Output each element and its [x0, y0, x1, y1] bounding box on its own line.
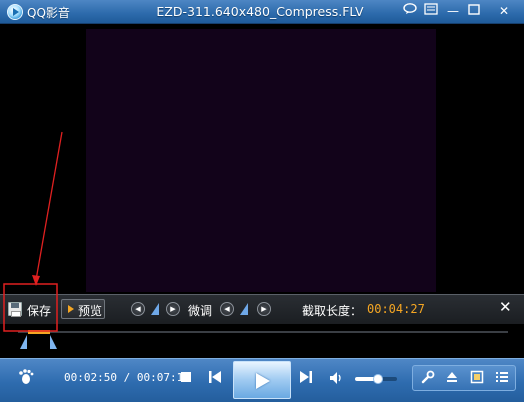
next-button[interactable] — [298, 369, 314, 389]
title-bar: QQ影音 EZD-311.640x480_Compress.FLV — ✕ — [0, 0, 524, 24]
close-capture-button[interactable]: ✕ — [499, 298, 512, 316]
volume-icon[interactable] — [329, 370, 345, 389]
video-frame[interactable] — [86, 29, 436, 292]
fine-tune-label: 微调 — [188, 304, 213, 318]
playback-time: 00:02:50 / 00:07:18 — [64, 371, 190, 384]
stop-button[interactable] — [181, 372, 191, 382]
current-time: 00:02:50 — [64, 371, 117, 384]
playlist-icon[interactable] — [493, 370, 511, 388]
clip-selection-range — [28, 330, 50, 334]
eject-icon[interactable] — [443, 370, 461, 388]
clip-end-handle[interactable] — [50, 335, 57, 349]
play-button[interactable] — [233, 361, 291, 399]
close-button[interactable]: ✕ — [494, 3, 514, 20]
volume-slider[interactable] — [355, 374, 397, 384]
save-label: 保存 — [27, 304, 52, 318]
end-next-frame-button[interactable]: ▶ — [257, 302, 271, 316]
qq-player-logo-icon — [7, 4, 23, 20]
save-button[interactable]: 保存 — [5, 298, 57, 320]
play-icon — [256, 373, 270, 389]
screen-mode-icon[interactable] — [468, 370, 486, 388]
minimize-button[interactable]: — — [443, 3, 463, 20]
clip-start-handle[interactable] — [20, 335, 27, 349]
floppy-disk-icon — [8, 302, 22, 317]
start-prev-frame-button[interactable]: ◀ — [131, 302, 145, 316]
capture-length-label: 截取长度： — [302, 304, 363, 318]
video-area[interactable] — [0, 24, 524, 294]
end-marker-icon — [240, 303, 248, 315]
menu-icon[interactable] — [421, 3, 441, 20]
previous-button[interactable] — [207, 369, 223, 389]
start-next-frame-button[interactable]: ▶ — [166, 302, 180, 316]
clip-track[interactable] — [0, 324, 524, 358]
chat-bubble-icon[interactable] — [400, 3, 420, 20]
capture-length-value: 00:04:27 — [367, 302, 425, 316]
app-name: QQ影音 — [27, 6, 70, 20]
wrench-icon[interactable] — [419, 370, 437, 388]
footprint-icon[interactable] — [17, 368, 35, 390]
play-triangle-icon — [68, 305, 74, 313]
time-separator: / — [116, 371, 137, 384]
preview-label: 预览 — [78, 304, 103, 318]
window-title: EZD-311.640x480_Compress.FLV — [156, 4, 364, 19]
preview-button[interactable]: 预览 — [61, 299, 105, 319]
end-prev-frame-button[interactable]: ◀ — [220, 302, 234, 316]
start-marker-icon — [151, 303, 159, 315]
tools-group — [412, 365, 516, 391]
maximize-button[interactable] — [464, 3, 484, 20]
clip-track-line — [18, 331, 508, 333]
